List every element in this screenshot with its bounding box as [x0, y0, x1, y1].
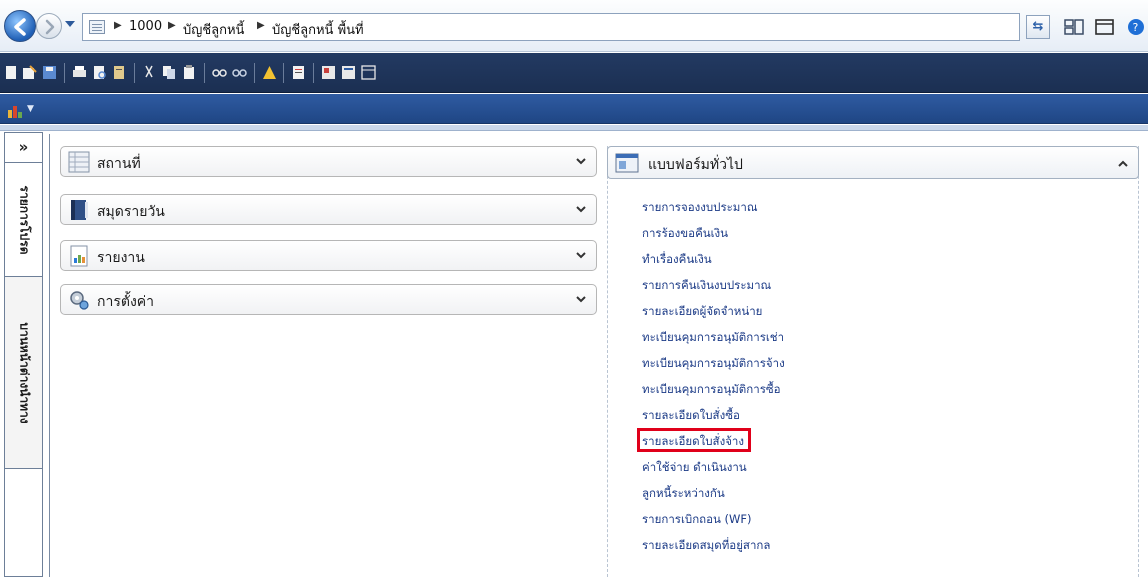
link-refund-request[interactable]: การร้องขอคืนเงิน [642, 225, 728, 243]
breadcrumb-item-company[interactable]: 1000 [129, 19, 162, 34]
chevron-right-icon: ▶ [257, 20, 265, 31]
tab-favorites-label: รายการโปรด [17, 185, 31, 254]
tab-navigation-pane-label: บานหน้าต่างนำทาง [17, 321, 31, 424]
link-hire-approval-register[interactable]: ทะเบียนคุมการอนุมัติการจ้าง [642, 355, 785, 373]
action-toolbar [0, 53, 1148, 93]
pane-reports-label: รายงาน [97, 250, 145, 266]
expand-panel-button[interactable]: » [5, 133, 42, 163]
link-process-refund[interactable]: ทำเรื่องคืนเงิน [642, 251, 712, 269]
pane-journals-label: สมุดรายวัน [97, 204, 165, 220]
link-budget-refund[interactable]: รายการคืนเงินงบประมาณ [642, 277, 771, 295]
pane-settings-label: การตั้งค่า [97, 294, 155, 310]
toolbar-divider [134, 63, 135, 83]
grid-list-icon [68, 151, 90, 173]
pane-general-forms[interactable]: แบบฟอร์มทั่วไป [607, 146, 1139, 179]
link-rental-approval-register[interactable]: ทะเบียนคุมการอนุมัติการเช่า [642, 329, 784, 347]
back-button[interactable] [4, 10, 36, 42]
attachment-icon[interactable] [112, 65, 127, 80]
toolbar-divider [283, 63, 284, 83]
alert-icon[interactable] [262, 65, 277, 80]
export-word-icon[interactable] [341, 65, 356, 80]
pane-general-forms-label: แบบฟอร์มทั่วไป [648, 157, 743, 173]
document-list-icon[interactable] [291, 65, 306, 80]
chevron-down-icon [576, 206, 586, 213]
chart-icon[interactable] [6, 102, 24, 118]
chevron-right-icon: ▶ [168, 20, 176, 31]
pane-journals[interactable]: สมุดรายวัน [60, 194, 597, 225]
svg-text:?: ? [1133, 21, 1139, 34]
report-chart-icon [70, 245, 88, 267]
pane-settings[interactable]: การตั้งค่า [60, 284, 597, 315]
tab-favorites[interactable]: รายการโปรด [5, 163, 42, 277]
highlight-box [637, 428, 751, 452]
link-vendor-details[interactable]: รายละเอียดผู้จัดจำหน่าย [642, 303, 762, 321]
grid-view-icon[interactable] [361, 65, 376, 80]
journal-book-icon [71, 200, 88, 220]
refresh-button[interactable]: ⇆ [1026, 15, 1050, 39]
chevron-down-icon [576, 252, 586, 259]
copy-icon[interactable] [162, 65, 177, 80]
save-icon[interactable] [42, 65, 57, 80]
secondary-toolbar: ▼ [0, 94, 1148, 124]
toolbar-divider [254, 63, 255, 83]
navigation-panel: » รายการโปรด บานหน้าต่างนำทาง [4, 132, 43, 577]
address-bar: ▶ 1000 ▶ บัญชีลูกหนี้ ▶ บัญชีลูกหนี้ พื้… [0, 0, 1148, 52]
chevron-down-icon [576, 296, 586, 303]
link-intercompany-receivables[interactable]: ลูกหนี้ระหว่างกัน [642, 485, 725, 503]
refresh-icon: ⇆ [1032, 19, 1044, 34]
arrow-right-icon [45, 19, 55, 35]
link-budget-reservation[interactable]: รายการจองงบประมาณ [642, 199, 758, 217]
pane-reports[interactable]: รายงาน [60, 240, 597, 271]
print-icon[interactable] [72, 65, 87, 80]
history-dropdown-icon[interactable] [64, 18, 76, 30]
settings-gears-icon [70, 291, 89, 310]
layout-icon[interactable] [1063, 17, 1085, 37]
arrow-left-icon [14, 18, 26, 36]
chevron-down-icon [576, 158, 586, 165]
help-icon[interactable]: ? [1126, 17, 1148, 37]
link-purchase-order-details[interactable]: รายละเอียดใบสั่งซื้อ [642, 407, 740, 425]
paste-icon[interactable] [182, 65, 197, 80]
link-operating-expenses[interactable]: ค่าใช้จ่าย ดำเนินงาน [642, 459, 747, 477]
page-icon [89, 20, 105, 34]
toolbar-divider [64, 63, 65, 83]
tab-navigation-pane[interactable]: บานหน้าต่างนำทาง [5, 277, 42, 469]
toolbar-divider [204, 63, 205, 83]
breadcrumb[interactable]: ▶ 1000 ▶ บัญชีลูกหนี้ ▶ บัญชีลูกหนี้ พื้… [82, 13, 1020, 41]
edit-icon[interactable] [22, 65, 37, 80]
find-icon[interactable] [212, 65, 227, 80]
divider-strip [0, 125, 1148, 131]
chevron-right-icon: ▶ [114, 20, 122, 31]
form-window-icon [615, 153, 639, 173]
chevron-up-icon [1118, 160, 1128, 167]
breadcrumb-item-module[interactable]: บัญชีลูกหนี้ [183, 19, 244, 40]
pane-locations-label: สถานที่ [97, 156, 141, 172]
export-excel-icon[interactable] [321, 65, 336, 80]
link-withdrawal-wf[interactable]: รายการเบิกถอน (WF) [642, 511, 752, 529]
link-purchase-approval-register[interactable]: ทะเบียนคุมการอนุมัติการซื้อ [642, 381, 781, 399]
forward-button[interactable] [36, 13, 62, 39]
pane-locations[interactable]: สถานที่ [60, 146, 597, 177]
toolbar-divider [313, 63, 314, 83]
link-global-address-book[interactable]: รายละเอียดสมุดที่อยู่สากล [642, 537, 770, 555]
cut-icon[interactable] [142, 65, 157, 80]
print-preview-icon[interactable] [92, 65, 107, 80]
window-icon[interactable] [1094, 17, 1116, 37]
new-icon[interactable] [4, 65, 19, 80]
chevron-down-icon[interactable]: ▼ [27, 104, 34, 114]
breadcrumb-item-page[interactable]: บัญชีลูกหนี้ พื้นที่ [272, 19, 364, 40]
find-next-icon[interactable] [232, 65, 247, 80]
